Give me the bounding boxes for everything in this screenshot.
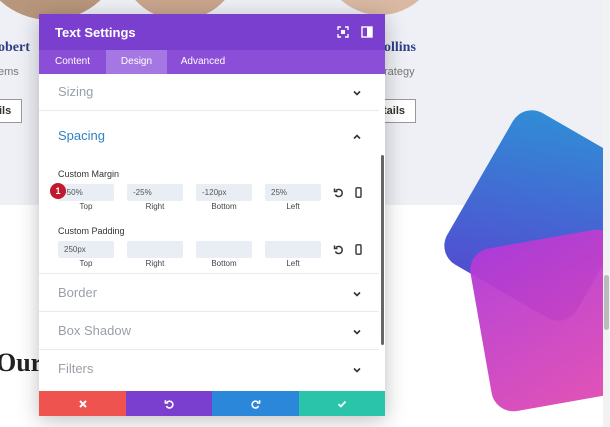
margin-left-input[interactable]: 25% [265, 184, 321, 201]
section-border-title: Border [58, 285, 98, 300]
padding-left-input[interactable] [265, 241, 321, 258]
fullscreen-icon[interactable] [336, 25, 350, 39]
custom-padding-label: Custom Padding [58, 226, 125, 236]
modal-header: Text Settings [39, 14, 385, 50]
team-details-button[interactable]: ils [0, 99, 23, 123]
decorative-pink-shape [466, 226, 610, 415]
margin-right-input[interactable]: -25% [127, 184, 183, 201]
mobile-icon[interactable] [353, 187, 364, 198]
page-scrollbar[interactable] [603, 0, 610, 427]
section-filters-title: Filters [58, 361, 94, 376]
step-number-badge: 1 [50, 183, 66, 199]
chevron-down-icon[interactable] [352, 365, 362, 375]
margin-left-caption: Left [286, 202, 300, 211]
chevron-up-icon[interactable] [352, 132, 362, 142]
reset-icon[interactable] [333, 244, 344, 255]
padding-bottom-input[interactable] [196, 241, 252, 258]
margin-bottom-input[interactable]: -120px [196, 184, 252, 201]
section-sizing-title: Sizing [58, 84, 94, 99]
tab-advanced[interactable]: Advanced [167, 50, 239, 74]
padding-top-input[interactable]: 250px [58, 241, 114, 258]
save-button[interactable] [299, 391, 385, 416]
modal-scrollbar[interactable] [381, 155, 384, 345]
checkmark-icon [337, 400, 347, 408]
section-box-shadow-title: Box Shadow [58, 323, 131, 338]
tab-design[interactable]: Design [106, 50, 167, 74]
redo-button[interactable] [212, 391, 299, 416]
margin-top-caption: Top [79, 202, 93, 211]
chevron-down-icon[interactable] [352, 327, 362, 337]
redo-icon [250, 399, 260, 409]
padding-bottom-caption: Bottom [211, 259, 237, 268]
team-member-role: rategy [384, 66, 415, 78]
mobile-icon[interactable] [353, 244, 364, 255]
chevron-down-icon[interactable] [352, 289, 362, 299]
section-spacing: Spacing Custom Margin -50% -25% -120px 2… [39, 110, 379, 274]
margin-right-caption: Right [145, 202, 165, 211]
team-member-role: ems [0, 66, 19, 78]
padding-top-caption: Top [79, 259, 93, 268]
section-filters[interactable]: Filters [39, 349, 379, 387]
section-sizing[interactable]: Sizing [39, 74, 379, 111]
section-border[interactable]: Border [39, 273, 379, 312]
tab-content[interactable]: Content [39, 50, 106, 74]
section-box-shadow[interactable]: Box Shadow [39, 311, 379, 350]
reset-icon[interactable] [333, 187, 344, 198]
margin-top-input[interactable]: -50% [58, 184, 114, 201]
undo-icon [164, 399, 174, 409]
team-member-name: ollins [384, 40, 416, 55]
modal-body: Sizing Spacing Custom Margin -50% -25% -… [39, 74, 385, 391]
padding-right-input[interactable] [127, 241, 183, 258]
undo-button[interactable] [126, 391, 212, 416]
page-scrollbar-thumb[interactable] [604, 275, 609, 330]
team-member-name: obert [0, 40, 30, 55]
padding-right-caption: Right [145, 259, 165, 268]
modal-tabs: Content Design Advanced [39, 50, 385, 74]
section-spacing-title[interactable]: Spacing [58, 128, 105, 143]
modal-title: Text Settings [55, 25, 136, 40]
margin-bottom-caption: Bottom [211, 202, 237, 211]
section-heading: Our [0, 348, 43, 377]
split-view-icon[interactable] [360, 25, 374, 39]
text-settings-modal: Text Settings Content Design Advanced Si… [39, 14, 385, 416]
chevron-down-icon[interactable] [352, 88, 362, 98]
cancel-button[interactable] [39, 391, 126, 416]
modal-footer [39, 391, 385, 416]
custom-margin-label: Custom Margin [58, 169, 120, 179]
padding-left-caption: Left [286, 259, 300, 268]
close-icon [78, 399, 87, 408]
